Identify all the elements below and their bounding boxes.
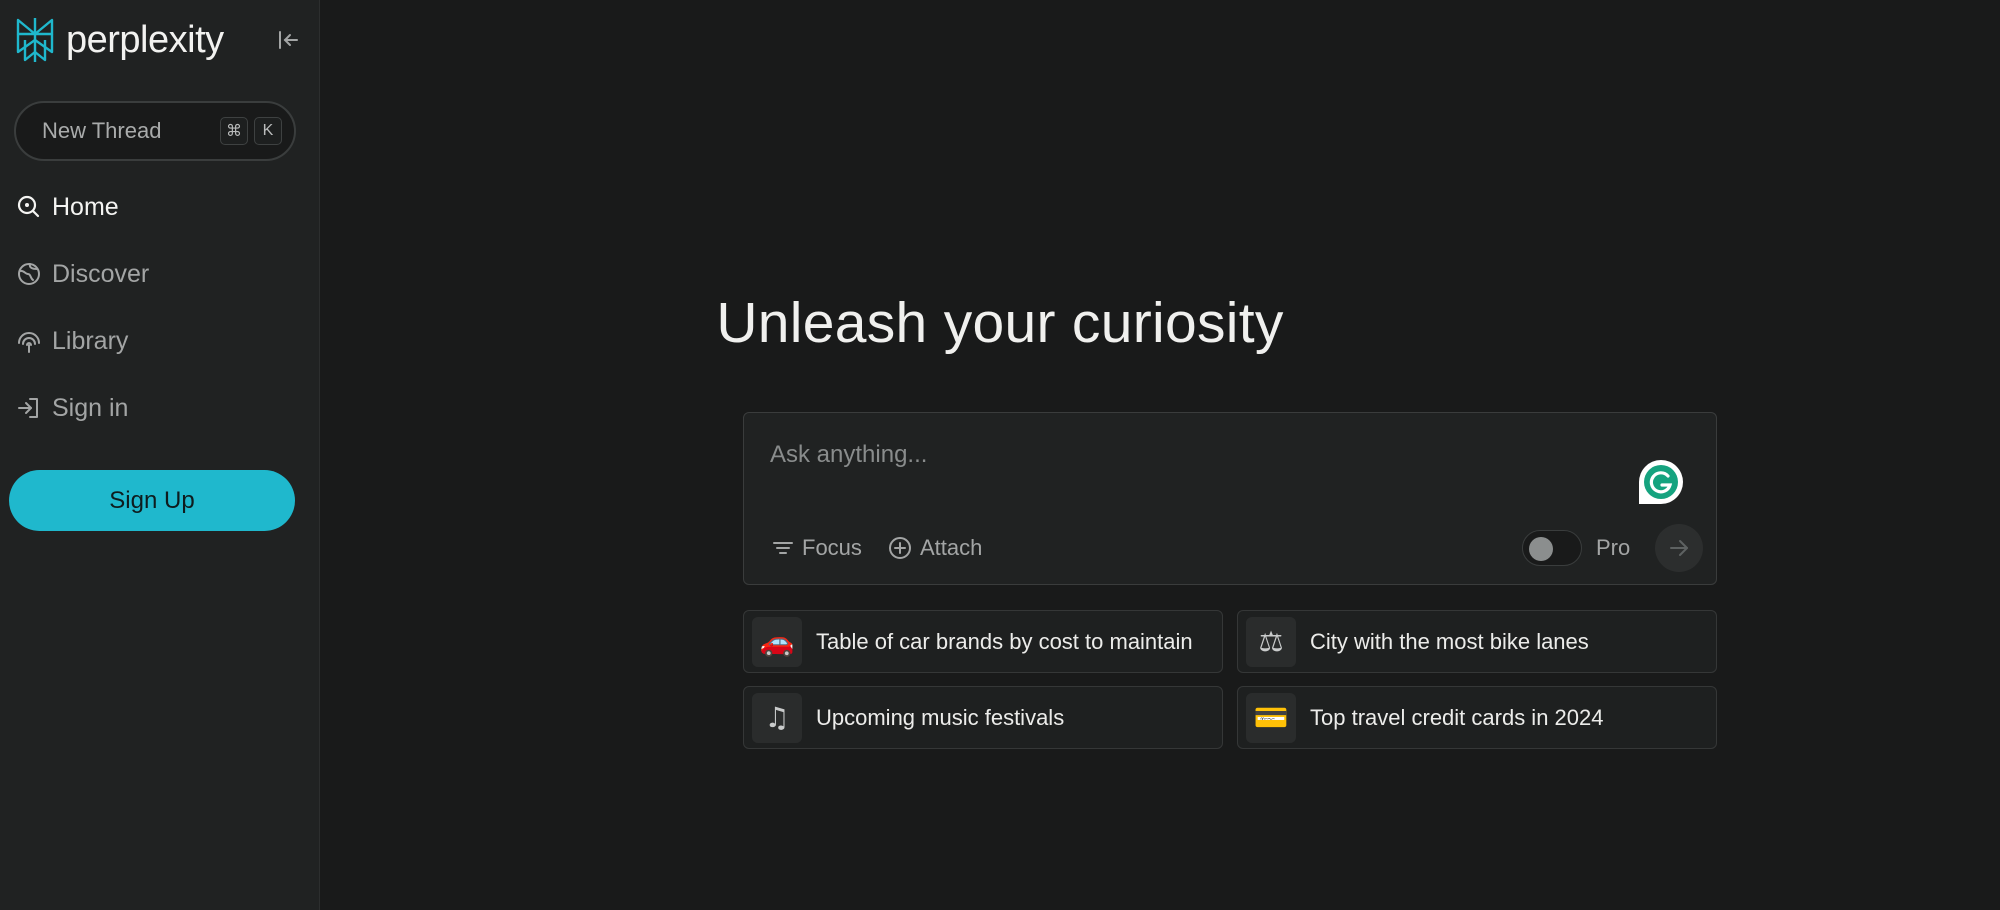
brand-name: perplexity: [66, 19, 224, 61]
focus-button[interactable]: Focus: [772, 532, 862, 564]
ask-input[interactable]: [768, 435, 1628, 475]
sidebar: perplexity New Thread ⌘ K Home Discover …: [0, 0, 320, 910]
sidebar-item-sign-in[interactable]: Sign in: [16, 388, 149, 428]
new-thread-label: New Thread: [42, 118, 162, 143]
perplexity-logo-icon: [16, 18, 54, 62]
page-title: Unleash your curiosity: [716, 291, 1284, 355]
sign-in-icon: [18, 398, 38, 418]
library-icon: [18, 332, 40, 353]
sidebar-item-label: Discover: [52, 259, 150, 288]
shortcut-key-cmd: ⌘: [220, 117, 248, 145]
pro-label: Pro: [1596, 535, 1631, 560]
car-icon: 🚗: [752, 616, 802, 667]
focus-label: Focus: [802, 535, 862, 560]
filter-icon: [773, 542, 793, 554]
plus-circle-icon: [889, 537, 911, 559]
credit-card-icon: 💳: [1246, 692, 1296, 743]
brand[interactable]: perplexity: [14, 16, 224, 64]
scales-icon: ⚖: [1246, 616, 1296, 667]
suggestion-text: Upcoming music festivals: [816, 704, 1065, 730]
collapse-sidebar-button[interactable]: [274, 26, 302, 54]
suggestion-text: Table of car brands by cost to maintain: [816, 628, 1193, 654]
attach-button[interactable]: Attach: [888, 532, 982, 564]
pro-toggle-knob: [1529, 537, 1553, 561]
new-thread-button[interactable]: New Thread ⌘ K: [14, 101, 296, 161]
globe-icon: [18, 263, 40, 285]
music-note-icon: ♫: [752, 692, 802, 743]
arrow-right-icon: [1670, 540, 1688, 556]
suggestion-text: Top travel credit cards in 2024: [1310, 704, 1604, 730]
submit-button[interactable]: [1655, 524, 1703, 572]
suggestion-card[interactable]: ⚖ City with the most bike lanes: [1237, 610, 1717, 673]
sidebar-item-label: Sign in: [52, 393, 129, 422]
pro-toggle[interactable]: [1522, 530, 1582, 566]
search-icon: [17, 195, 40, 218]
ask-box: Focus Attach Pro: [743, 412, 1717, 585]
attach-label: Attach: [920, 535, 983, 560]
suggestion-card[interactable]: ♫ Upcoming music festivals: [743, 686, 1223, 749]
suggestion-card[interactable]: 💳 Top travel credit cards in 2024: [1237, 686, 1717, 749]
collapse-left-icon: [279, 31, 298, 49]
sidebar-item-home[interactable]: Home: [16, 187, 149, 227]
suggestion-card[interactable]: 🚗 Table of car brands by cost to maintai…: [743, 610, 1223, 673]
grammarly-icon[interactable]: [1638, 459, 1684, 505]
sign-up-button[interactable]: Sign Up: [9, 470, 295, 531]
shortcut-key-k: K: [254, 117, 282, 145]
main-content: Unleash your curiosity Focus: [320, 0, 2000, 910]
sidebar-item-label: Home: [52, 192, 119, 221]
suggestion-text: City with the most bike lanes: [1310, 628, 1589, 654]
